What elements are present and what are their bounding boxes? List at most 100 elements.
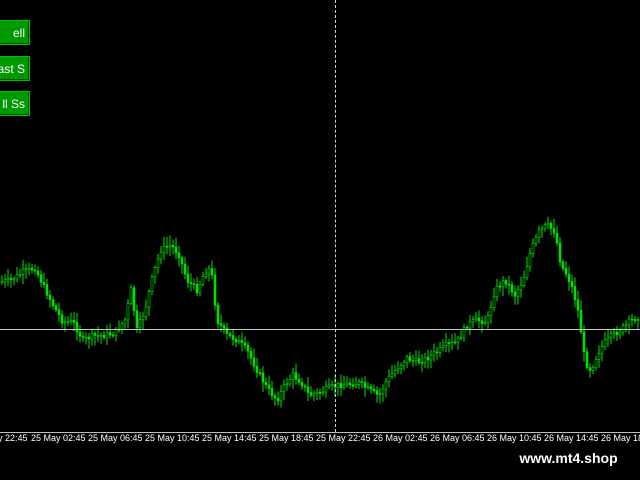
candle: [513, 285, 517, 305]
candle: [15, 267, 19, 283]
candle: [186, 265, 190, 289]
candle: [468, 315, 472, 335]
candle: [477, 310, 481, 329]
candle: [225, 322, 229, 340]
time-axis-label: 26 May 10:45: [487, 433, 542, 443]
candle: [447, 338, 451, 353]
candle: [597, 345, 601, 368]
close-all-sells-button[interactable]: ll Ss: [0, 91, 30, 116]
candle: [42, 273, 46, 289]
candle: [69, 312, 73, 325]
crosshair-vertical-line: [335, 0, 336, 432]
candle: [396, 361, 400, 374]
candle: [486, 311, 490, 329]
candle: [435, 347, 439, 360]
candle: [324, 380, 328, 398]
candle: [363, 376, 367, 397]
candle: [120, 321, 124, 334]
candle: [306, 377, 310, 401]
candle: [51, 296, 55, 310]
candle: [555, 226, 559, 247]
candle: [21, 259, 25, 285]
candle: [405, 354, 409, 369]
candle: [66, 316, 70, 327]
candle: [507, 275, 511, 295]
candle: [462, 323, 466, 342]
time-axis-label: 26 May 18:: [601, 433, 640, 443]
candle: [444, 332, 448, 353]
candle: [246, 341, 250, 359]
candle: [3, 274, 7, 288]
candle: [504, 278, 508, 289]
watermark: www.mt4.shop: [497, 446, 640, 470]
candle: [210, 260, 214, 280]
candle: [456, 336, 460, 350]
candle: [330, 380, 334, 391]
candle: [129, 284, 133, 306]
candle: [591, 364, 595, 375]
candle: [573, 277, 577, 308]
candle: [195, 277, 199, 297]
candle: [105, 324, 109, 345]
candle: [282, 379, 286, 401]
candle: [495, 278, 499, 302]
candle: [189, 273, 193, 292]
price-chart[interactable]: ell ast S ll Ss: [0, 0, 640, 432]
candle: [426, 349, 430, 369]
candle: [168, 235, 172, 257]
candle: [141, 311, 145, 329]
candle: [309, 386, 313, 398]
candle: [183, 256, 187, 280]
candle: [603, 331, 607, 350]
candle: [174, 237, 178, 260]
candle: [549, 220, 553, 236]
candle: [78, 324, 82, 343]
candle: [243, 336, 247, 350]
candle: [207, 265, 211, 282]
candle: [534, 233, 538, 247]
candle: [90, 328, 94, 346]
sell-button[interactable]: ell: [0, 20, 30, 45]
candle: [138, 311, 142, 334]
candle: [204, 268, 208, 279]
candle: [321, 386, 325, 396]
candle: [255, 357, 259, 378]
candle: [474, 312, 478, 322]
candle: [171, 239, 175, 255]
candle: [57, 302, 61, 322]
candle: [12, 276, 16, 286]
time-axis-label: 25 May 10:45: [145, 433, 200, 443]
candle: [432, 343, 436, 362]
candle: [564, 261, 568, 278]
candle: [585, 347, 589, 370]
candle: [552, 218, 556, 239]
crosshair-horizontal-line: [0, 329, 640, 330]
candle: [411, 354, 415, 367]
time-axis-label: 25 May 18:45: [259, 433, 314, 443]
candle: [546, 216, 550, 230]
candle: [390, 364, 394, 379]
candle: [48, 290, 52, 308]
candle: [558, 236, 562, 266]
candle: [165, 237, 169, 255]
candle: [111, 331, 115, 338]
candle: [393, 365, 397, 378]
candle: [267, 375, 271, 396]
candle: [588, 363, 592, 378]
candle: [27, 262, 31, 276]
close-last-sell-button[interactable]: ast S: [0, 56, 30, 81]
candle: [318, 388, 322, 400]
candle: [264, 377, 268, 390]
candle: [144, 299, 148, 321]
candle: [600, 340, 604, 362]
candle: [303, 383, 307, 392]
candle: [240, 332, 244, 352]
candle: [327, 378, 331, 390]
candle: [9, 273, 13, 288]
candle: [489, 300, 493, 324]
candle: [423, 352, 427, 368]
candle: [609, 330, 613, 345]
candle: [162, 237, 166, 260]
candle: [30, 263, 34, 274]
candle: [273, 392, 277, 406]
